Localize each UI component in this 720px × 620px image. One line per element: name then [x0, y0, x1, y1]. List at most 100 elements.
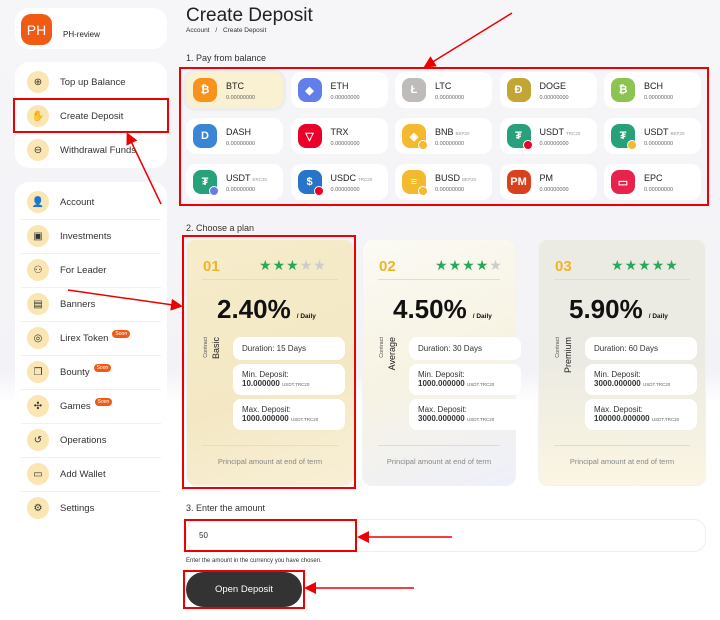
eth-coin-icon: ◆	[297, 78, 322, 102]
sidebar-item-label: Top up Balance	[60, 76, 126, 88]
currency-balance: 0.00000000	[644, 187, 674, 193]
currency-balance: 0.00000000	[226, 187, 256, 193]
currency-option-usdt-trc20[interactable]: ₮ USDT TRC20 0.00000000	[499, 118, 597, 154]
currency-option-eth[interactable]: ◆ ETH 0.00000000	[290, 72, 388, 108]
plan-card-basic[interactable]: 01 ★★★★★ 2.40% / Daily Contract Basic Dur…	[186, 239, 354, 486]
sidebar-item-label: Withdrawal Funds	[60, 144, 137, 156]
currency-name: EPC	[644, 173, 663, 183]
sidebar-item-operations[interactable]: ↺ Operations	[23, 423, 163, 457]
currency-network: BEP20	[462, 177, 477, 182]
sidebar-item-add-wallet[interactable]: ▭ Add Wallet	[23, 457, 163, 491]
sidebar-item-label: Games	[60, 400, 91, 412]
currency-balance: 0.00000000	[435, 141, 465, 147]
currency-balance: 0.00000000	[435, 187, 465, 193]
divider	[554, 279, 690, 280]
star-icon: ★	[272, 257, 287, 273]
doge-coin-icon: Ð	[506, 78, 531, 102]
currency-option-usdc-trc20[interactable]: $ USDC TRC20 0.00000000	[290, 164, 388, 200]
currency-option-usdt-bep20[interactable]: ₮ USDT BEP20 0.00000000	[604, 118, 701, 154]
step3-label: 3. Enter the amount	[186, 503, 266, 513]
network-badge-icon	[627, 140, 637, 150]
soon-badge: Soon	[112, 330, 131, 338]
network-badge-icon	[522, 140, 533, 150]
star-icon: ★	[448, 257, 463, 273]
plan-min-deposit: Min. Deposit: 10.000000 USDT.TRC20	[233, 364, 345, 395]
sidebar-item-lirex-token[interactable]: ◎ Lirex Token Soon	[23, 321, 163, 355]
min-deposit-value: 3000.000000	[594, 379, 641, 388]
sidebar-item-label: Account	[60, 196, 95, 208]
currency-balance: 0.00000000	[435, 95, 465, 101]
sidebar-item-settings[interactable]: ⚙ Settings	[23, 491, 163, 525]
currency-balance: 0.00000000	[539, 187, 569, 193]
plan-footer: Principal amount at end of term	[217, 457, 323, 466]
star-icon: ★	[638, 257, 652, 273]
currency-option-bnb-bep20[interactable]: ◈ BNB BEP20 0.00000000	[395, 118, 492, 154]
sidebar-item-investments[interactable]: ▣ Investments	[23, 219, 163, 253]
plan-footer: Principal amount at end of term	[569, 457, 675, 466]
sidebar-item-for-leader[interactable]: ⚇ For Leader	[23, 253, 163, 287]
network-badge-icon	[209, 186, 219, 196]
currency-option-trx[interactable]: ▽ TRX 0.00000000	[290, 118, 388, 154]
currency-unit: USDT.TRC20	[651, 417, 680, 422]
btc-coin-icon: ₿	[193, 78, 217, 102]
star-icon: ★	[611, 257, 625, 273]
currency-option-pm[interactable]: PM PM 0.00000000	[499, 164, 597, 200]
currency-option-btc[interactable]: ₿ BTC 0.00000000	[186, 72, 283, 108]
currency-option-epc[interactable]: ▭ EPC 0.00000000	[604, 164, 701, 200]
min-deposit-value: 1000.000000	[418, 379, 465, 388]
currency-name: ETH	[330, 81, 349, 91]
briefcase-icon: ▣	[27, 225, 49, 247]
plan-number: 01	[203, 258, 220, 275]
breadcrumb-account[interactable]: Account	[186, 27, 210, 34]
coin-icon: ◎	[27, 327, 49, 349]
star-icon: ★	[259, 257, 273, 273]
currency-unit: USDT.TRC20	[466, 382, 495, 387]
currency-option-busd-bep20[interactable]: ≡ BUSD BEP20 0.00000000	[395, 164, 492, 200]
plan-max-deposit: Max. Deposit: 1000.000000 USDT.TRC20	[233, 399, 345, 430]
soon-badge: Soon	[94, 398, 113, 406]
currency-network: BEP20	[670, 131, 685, 136]
currency-balance: 0.00000000	[539, 95, 569, 101]
currency-option-ltc[interactable]: Ł LTC 0.00000000	[395, 72, 492, 108]
currency-name: LTC	[435, 81, 452, 91]
sidebar-item-bounty[interactable]: ❒ Bounty Soon	[23, 355, 163, 389]
sidebar-item-account[interactable]: 👤 Account	[23, 185, 163, 219]
plan-rate: 2.40%	[217, 294, 291, 324]
pm-coin-icon: PM	[506, 170, 531, 194]
currency-network: TRC20	[358, 177, 373, 182]
bch-coin-icon: ₿	[611, 78, 635, 102]
max-deposit-value: 3000.000000	[418, 414, 465, 423]
sidebar-item-label: For Leader	[60, 264, 107, 276]
sidebar-item-withdrawal-funds[interactable]: ⊖ Withdrawal Funds	[23, 133, 163, 167]
plan-number: 02	[379, 258, 396, 275]
currency-unit: USDT.TRC20	[290, 417, 319, 422]
plan-max-deposit: Max. Deposit: 100000.000000 USDT.TRC20	[585, 399, 697, 430]
sidebar-item-games[interactable]: ✣ Games Soon	[23, 389, 163, 423]
minus-circle-icon: ⊖	[27, 139, 49, 161]
sidebar-item-create-deposit[interactable]: ✋ Create Deposit	[23, 99, 163, 133]
breadcrumb-separator: /	[215, 27, 218, 34]
plan-duration: Duration: 15 Days	[233, 337, 345, 360]
plan-rate: 4.50%	[393, 294, 467, 324]
profile-card[interactable]: PH PH-review	[15, 8, 167, 49]
currency-unit: USDT.TRC20	[282, 382, 310, 387]
sidebar-item-banners[interactable]: ▤ Banners	[23, 287, 163, 321]
currency-option-dash[interactable]: D DASH 0.00000000	[186, 118, 283, 154]
plan-card-premium[interactable]: 03 ★★★★★ 5.90% / Daily Contract Premium D…	[538, 239, 706, 486]
currency-option-usdt-erc20[interactable]: ₮ USDT ERC20 0.00000000	[186, 164, 283, 200]
star-icon: ★	[624, 257, 639, 273]
history-icon: ↺	[27, 429, 49, 451]
sidebar-item-top-up-balance[interactable]: ⊕ Top up Balance	[23, 65, 163, 99]
currency-option-bch[interactable]: ₿ BCH 0.00000000	[604, 72, 701, 108]
contract-label: Contract	[555, 337, 561, 358]
plan-card-average[interactable]: 02 ★★★★★ 4.50% / Daily Contract Average D…	[362, 239, 521, 486]
network-badge-icon	[418, 140, 428, 150]
min-deposit-label: Min. Deposit:	[594, 370, 641, 379]
amount-input[interactable]	[186, 519, 706, 552]
star-icon: ★	[462, 257, 476, 273]
currency-option-doge[interactable]: Ð DOGE 0.00000000	[499, 72, 597, 108]
open-deposit-button[interactable]: Open Deposit	[186, 572, 302, 607]
sidebar-item-label: Add Wallet	[60, 468, 106, 480]
currency-name: BCH	[644, 81, 664, 91]
divider	[378, 279, 500, 280]
